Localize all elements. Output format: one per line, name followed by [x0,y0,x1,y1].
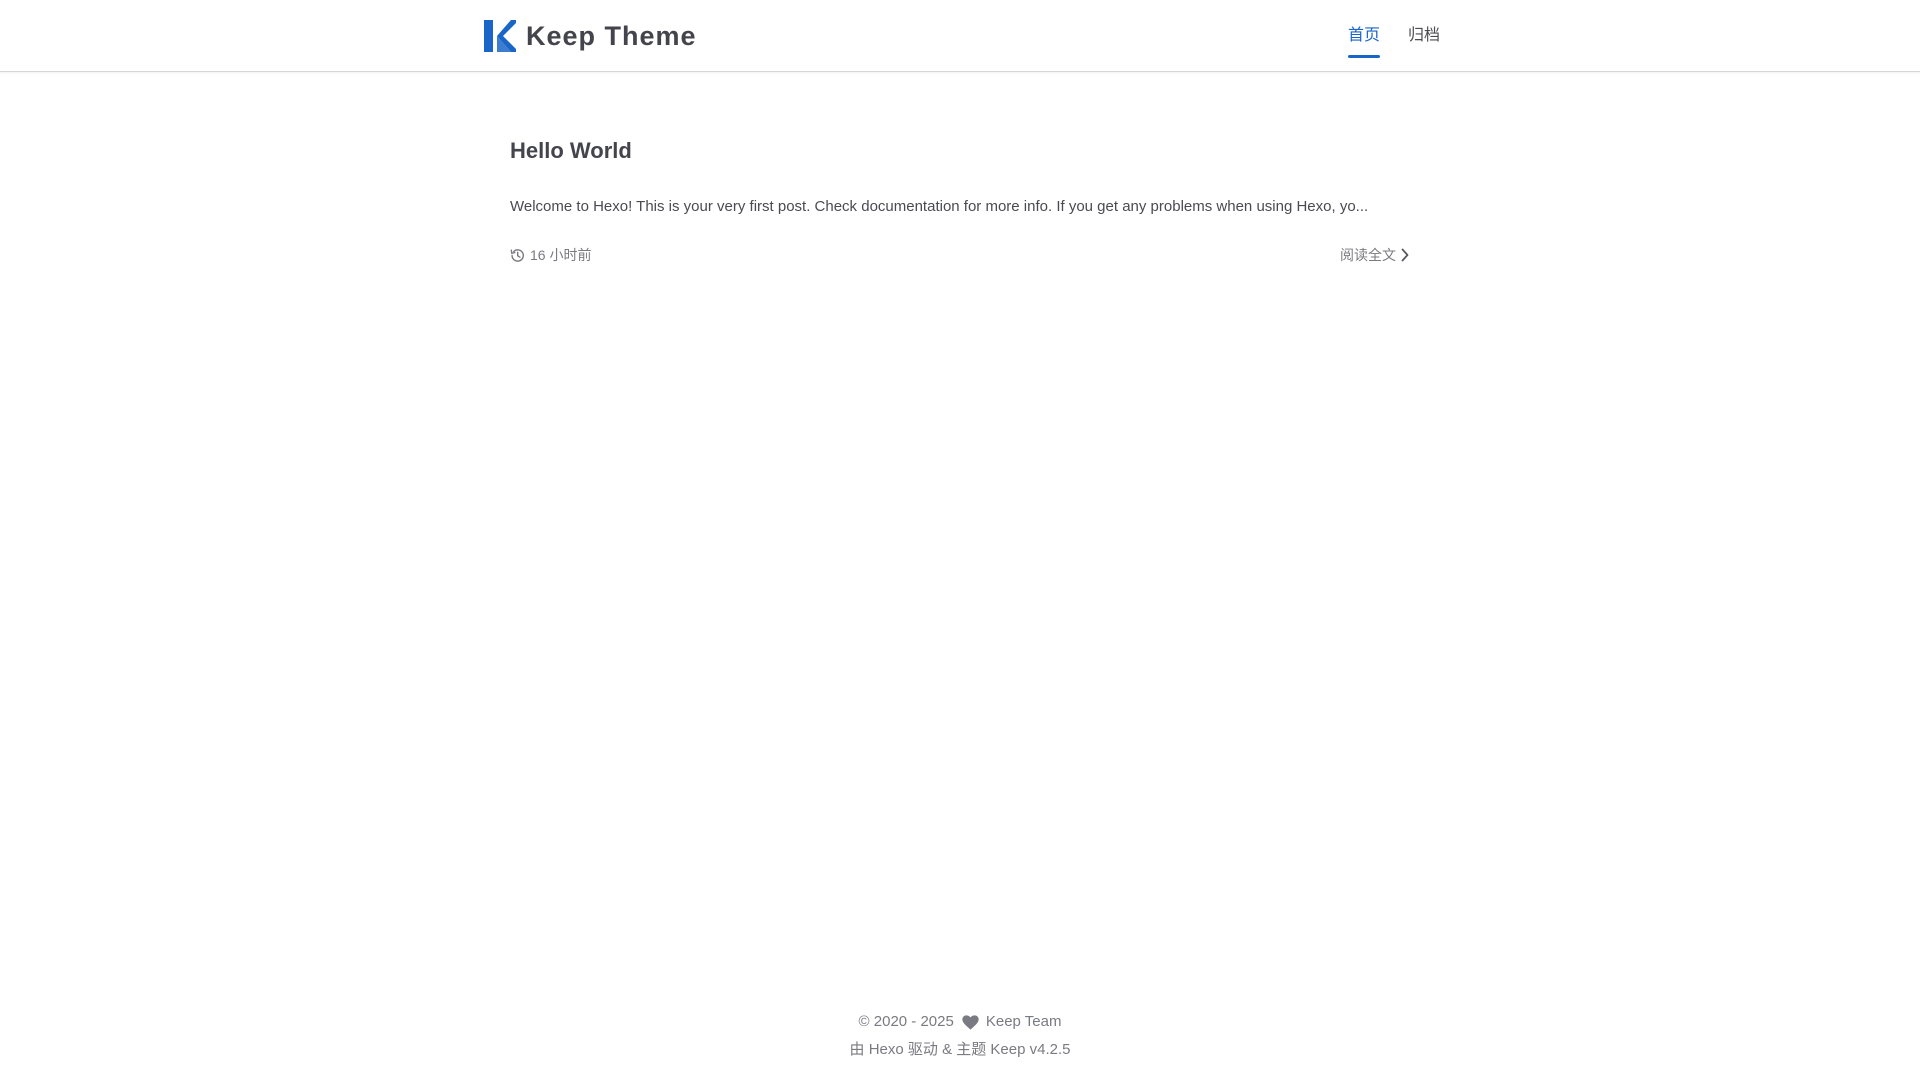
footer-copyright: © 2020 - 2025 [858,1013,954,1030]
post-list: Hello World Welcome to Hexo! This is you… [510,118,1410,267]
post-excerpt: Welcome to Hexo! This is your very first… [510,198,1369,215]
footer-powered-mid: 驱动 & 主题 [907,1041,987,1058]
read-more-link[interactable]: 阅读全文 [1340,245,1410,265]
nav-item-home[interactable]: 首页 [1347,26,1380,58]
header-inner: Keep Theme 首页 归档 [484,0,1440,71]
nav-item-archive[interactable]: 归档 [1408,26,1440,46]
footer-powered-line: 由 Hexo 驱动 & 主题 Keep v4.2.5 [0,1036,1920,1064]
site-logo-link[interactable]: Keep Theme [484,18,697,54]
post-time-text: 16 小时前 [530,247,592,263]
keep-theme-link[interactable]: Keep v4.2.5 [990,1036,1070,1064]
chevron-right-icon [1401,248,1409,262]
site-header: Keep Theme 首页 归档 [0,0,1920,72]
heart-icon [962,1014,979,1030]
post-meta: 16 小时前 阅读全文 [510,245,1410,267]
hexo-link[interactable]: Hexo [869,1036,904,1064]
history-icon [510,248,524,262]
read-more-label: 阅读全文 [1340,247,1396,263]
main-nav: 首页 归档 [1320,0,1440,71]
footer-powered-prefix: 由 [849,1041,865,1058]
keep-logo-icon [484,20,516,52]
post-title-link[interactable]: Hello World [510,118,1410,184]
footer-copyright-line: © 2020 - 2025 Keep Team [0,1008,1920,1036]
site-title: Keep Theme [526,20,697,51]
site-footer: © 2020 - 2025 Keep Team 由 Hexo 驱动 & 主题 K… [0,1008,1920,1064]
post-card: Hello World Welcome to Hexo! This is you… [510,118,1410,267]
footer-team: Keep Team [985,1013,1062,1030]
post-time: 16 小时前 [510,245,591,265]
